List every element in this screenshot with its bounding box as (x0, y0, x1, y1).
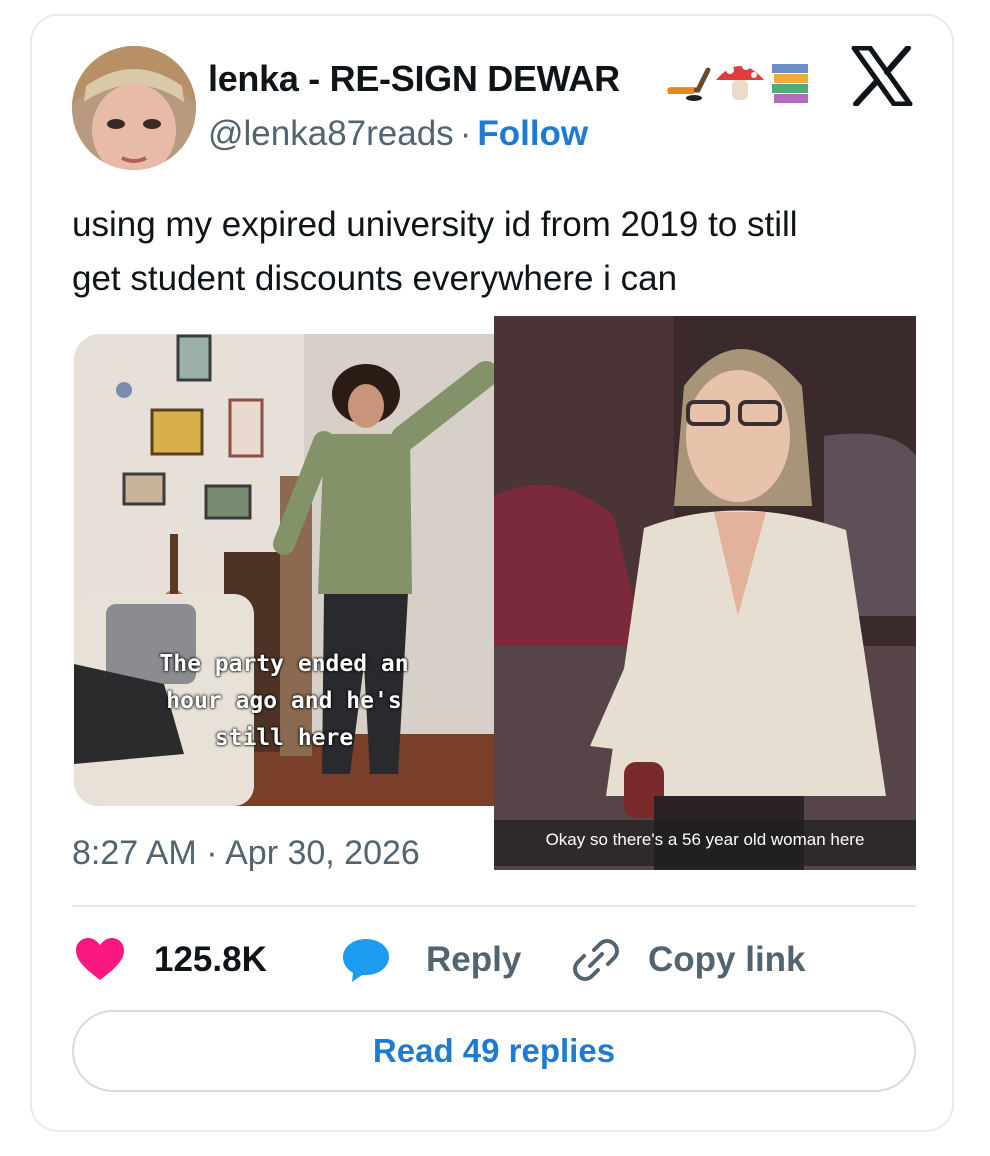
copy-link-button[interactable]: Copy link (572, 930, 806, 990)
follow-button[interactable]: Follow (477, 114, 588, 153)
books-icon (772, 64, 808, 103)
hockey-stick-icon (667, 67, 711, 101)
tweet-text: using my expired university id from 2019… (72, 198, 912, 306)
reply-bubble-icon (343, 939, 389, 982)
avatar[interactable] (72, 46, 196, 170)
tweet-text-line-1: using my expired university id from 2019… (72, 205, 798, 244)
author-name[interactable]: lenka - RE-SIGN DEWAR (208, 58, 620, 100)
tweet-text-line-2: get student discounts everywhere i can (72, 259, 678, 298)
copy-link-label: Copy link (648, 940, 806, 979)
read-replies-button[interactable]: Read 49 replies (72, 1010, 916, 1092)
handle-row: @lenka87reads · Follow (208, 114, 588, 154)
media-right-image[interactable] (494, 316, 916, 870)
media-left-caption-line-1: The party ended an (159, 651, 409, 677)
timestamp-date: Apr 30, 2026 (225, 834, 420, 872)
media-left-caption: The party ended an hour ago and he's sti… (74, 646, 494, 757)
mushroom-icon (716, 62, 764, 100)
like-button[interactable]: 125.8K (76, 930, 267, 990)
author-handle[interactable]: @lenka87reads (208, 114, 454, 153)
reply-label: Reply (426, 940, 522, 979)
timestamp-separator: · (206, 834, 218, 872)
media-right-caption: Okay so there's a 56 year old woman here (545, 830, 865, 849)
heart-icon (76, 938, 124, 980)
reply-button[interactable]: Reply (342, 930, 521, 990)
media-left-caption-line-3: still here (214, 725, 354, 751)
handle-separator: · (459, 114, 472, 153)
like-count: 125.8K (154, 940, 267, 979)
tweet-timestamp[interactable]: 8:27 AM · Apr 30, 2026 (72, 834, 420, 873)
media-left-caption-line-2: hour ago and he's (166, 688, 402, 714)
link-icon (573, 939, 619, 981)
x-logo-icon[interactable] (850, 46, 914, 106)
divider (72, 905, 916, 907)
name-emoji-group (667, 62, 808, 103)
timestamp-time: 8:27 AM (72, 834, 197, 872)
